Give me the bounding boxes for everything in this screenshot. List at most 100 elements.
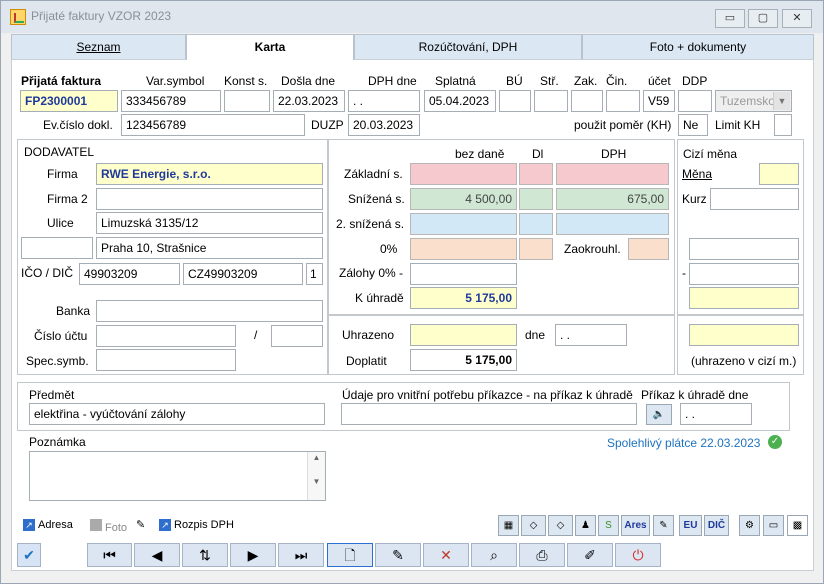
- sort-button[interactable]: ⇅: [182, 543, 228, 567]
- chevron-down-icon[interactable]: ▼: [773, 92, 790, 110]
- zalohy-field[interactable]: [410, 263, 517, 285]
- zaokrouhl-field[interactable]: [628, 238, 669, 260]
- firma2-field[interactable]: [96, 188, 323, 210]
- scanner-icon[interactable]: ▭: [763, 515, 784, 536]
- last-record-button[interactable]: ⏭: [278, 543, 324, 567]
- dic-flag-field[interactable]: 1: [306, 263, 323, 285]
- poznamka-scrollbar[interactable]: ▲ ▼: [307, 452, 325, 500]
- ddp-field[interactable]: [678, 90, 712, 112]
- snizena-zaklad-field[interactable]: 4 500,00: [410, 188, 517, 210]
- minimize-button[interactable]: ▭: [715, 9, 745, 28]
- first-record-button[interactable]: ⏮: [87, 543, 132, 567]
- foreign-amount-2-field[interactable]: [689, 263, 799, 285]
- print-button[interactable]: ⎙: [519, 543, 565, 567]
- rozpis-dph-link[interactable]: ↗ Rozpis DPH: [159, 519, 234, 531]
- snizena2-dl-field[interactable]: [519, 213, 553, 235]
- zakladni-dph-field[interactable]: [556, 163, 669, 185]
- dosla-date-field[interactable]: 22.03.2023: [273, 90, 345, 112]
- person-icon[interactable]: ♟: [575, 515, 596, 536]
- qr-code-icon[interactable]: ▩: [787, 515, 808, 536]
- pomer-field[interactable]: Ne: [678, 114, 708, 136]
- snizena2-dph-field[interactable]: [556, 213, 669, 235]
- map-sk-icon[interactable]: ◇: [548, 515, 573, 536]
- tab-karta[interactable]: Karta: [186, 34, 354, 60]
- udaje-field[interactable]: [341, 403, 637, 425]
- label-ucet: účet: [648, 74, 671, 88]
- poznamka-field[interactable]: [29, 451, 326, 501]
- tab-rozuctovani[interactable]: Rozúčtování, DPH: [354, 34, 582, 60]
- nula-zaklad-field[interactable]: [410, 238, 517, 260]
- foreign-amount-3-field[interactable]: [689, 287, 799, 309]
- uhrazeno-date-field[interactable]: . .: [555, 324, 627, 346]
- kod-banky-field[interactable]: [271, 325, 323, 347]
- zak-field[interactable]: [571, 90, 603, 112]
- kurz-field[interactable]: [710, 188, 799, 210]
- foreign-paid-field[interactable]: [689, 324, 799, 346]
- label-zaokrouhl: Zaokrouhl.: [564, 242, 621, 256]
- cislo-uctu-field[interactable]: [96, 325, 236, 347]
- ulice-field[interactable]: Limuzská 3135/12: [96, 212, 323, 234]
- scroll-down-icon[interactable]: ▼: [308, 476, 325, 488]
- mesto-field[interactable]: Praha 10, Strašnice: [96, 237, 323, 259]
- speaker-icon[interactable]: 🔈: [646, 404, 672, 425]
- nula-dl-field[interactable]: [519, 238, 553, 260]
- cin-field[interactable]: [606, 90, 640, 112]
- mena-field[interactable]: [759, 163, 799, 185]
- foto-label: Foto: [105, 522, 128, 534]
- zakladni-dl-field[interactable]: [519, 163, 553, 185]
- foto-link[interactable]: Foto: [90, 519, 127, 534]
- s-logo-icon[interactable]: S: [598, 515, 619, 536]
- pin-icon[interactable]: ✎: [136, 518, 145, 531]
- spec-field[interactable]: [96, 349, 236, 371]
- edit-doc-icon[interactable]: ✎: [653, 515, 674, 536]
- firma-field[interactable]: RWE Energie, s.r.o.: [96, 163, 323, 185]
- ucet-field[interactable]: V59: [643, 90, 675, 112]
- eu-button[interactable]: EU: [679, 515, 702, 536]
- dic-field[interactable]: CZ49903209: [183, 263, 303, 285]
- ares-button[interactable]: Ares: [621, 515, 650, 536]
- evcislo-field[interactable]: 123456789: [121, 114, 305, 136]
- bu-field[interactable]: [499, 90, 531, 112]
- confirm-check-button[interactable]: ✔: [17, 543, 41, 567]
- ico-field[interactable]: 49903209: [79, 263, 180, 285]
- maximize-button[interactable]: ▢: [748, 9, 778, 28]
- duzp-field[interactable]: 20.03.2023: [348, 114, 420, 136]
- scroll-up-icon[interactable]: ▲: [308, 452, 325, 464]
- predmet-field[interactable]: elektřina - vyúčtování zálohy: [29, 403, 325, 425]
- prikaz-date-field[interactable]: . .: [680, 403, 752, 425]
- close-button[interactable]: ✕: [782, 9, 812, 28]
- power-off-button[interactable]: ⏻: [615, 543, 661, 567]
- varsym-field[interactable]: 333456789: [121, 90, 221, 112]
- prev-record-button[interactable]: ◀: [134, 543, 180, 567]
- str-field[interactable]: [534, 90, 568, 112]
- search-binoculars-button[interactable]: ⌕: [471, 543, 517, 567]
- label-bezdane: bez daně: [455, 147, 505, 161]
- tab-foto[interactable]: Foto + dokumenty: [582, 34, 814, 60]
- dic-button[interactable]: DIČ: [704, 515, 729, 536]
- adresa-link[interactable]: ↗ Adresa: [23, 519, 73, 531]
- limitkh-field[interactable]: [774, 114, 792, 136]
- faktura-number-field[interactable]: FP2300001: [20, 90, 118, 112]
- splatna-date-field[interactable]: 05.04.2023: [424, 90, 496, 112]
- foreign-amount-1-field[interactable]: [689, 238, 799, 260]
- grid-icon[interactable]: ▦: [498, 515, 519, 536]
- tab-seznam[interactable]: Seznam: [11, 34, 186, 60]
- snizena-dl-field[interactable]: [519, 188, 553, 210]
- kuhrade-field[interactable]: 5 175,00: [410, 287, 517, 309]
- label-udaje: Údaje pro vnitřní potřebu příkazce - na …: [342, 388, 633, 402]
- delete-button[interactable]: ✕: [423, 543, 469, 567]
- psc-field[interactable]: [21, 237, 93, 259]
- dph-date-field[interactable]: . .: [348, 90, 420, 112]
- qr-settings-icon[interactable]: ⚙: [739, 515, 760, 536]
- snizena2-zaklad-field[interactable]: [410, 213, 517, 235]
- next-record-button[interactable]: ▶: [230, 543, 276, 567]
- edit-button[interactable]: ✎: [375, 543, 421, 567]
- konst-field[interactable]: [224, 90, 270, 112]
- new-document-button[interactable]: 🗋: [327, 543, 373, 567]
- snizena-dph-field[interactable]: 675,00: [556, 188, 669, 210]
- zakladni-zaklad-field[interactable]: [410, 163, 517, 185]
- map-cz-icon[interactable]: ◇: [521, 515, 546, 536]
- banka-field[interactable]: [96, 300, 323, 322]
- tools-button[interactable]: ✐: [567, 543, 613, 567]
- uhrazeno-field[interactable]: [410, 324, 517, 346]
